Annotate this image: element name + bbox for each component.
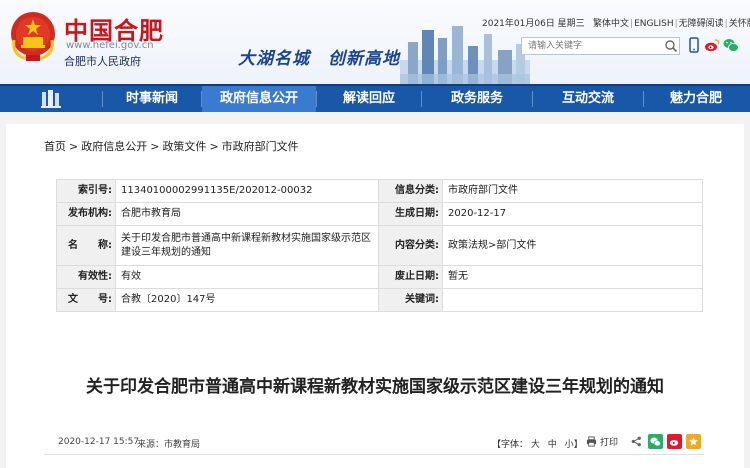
- link-accessible-reading[interactable]: 无障碍阅读: [679, 19, 724, 29]
- link-separator: |: [724, 19, 728, 29]
- nav-home[interactable]: [0, 86, 102, 112]
- link-elderly-mode[interactable]: 关怀版: [729, 19, 750, 29]
- table-row: 索引号: 11340100002991135E/202012-00032 信息分…: [56, 179, 703, 203]
- breadcrumb-home[interactable]: 首页: [44, 140, 66, 153]
- nav-item-news[interactable]: 时事新闻: [103, 86, 201, 112]
- search-icon[interactable]: [664, 39, 678, 53]
- site-header: 中国合肥 www.hefei.gov.cn 合肥市人民政府 大湖名城 创新高地 …: [0, 0, 750, 84]
- nav-item-gov-info[interactable]: 政府信息公开: [202, 86, 316, 112]
- doc-number-label: 文 号:: [56, 288, 116, 312]
- breadcrumb-policy-docs[interactable]: 政策文件: [162, 140, 206, 153]
- table-row: 文 号: 合教〔2020〕147号 关键词:: [56, 288, 703, 312]
- print-label: 打印: [600, 438, 619, 448]
- nav-item-interpretation[interactable]: 解读回应: [317, 86, 421, 112]
- font-large-button[interactable]: 大: [531, 440, 540, 450]
- site-government-name: 合肥市人民政府: [64, 55, 141, 68]
- national-emblem-icon: [11, 12, 55, 61]
- weibo-icon[interactable]: [704, 37, 720, 53]
- index-label: 索引号:: [56, 179, 116, 203]
- table-row: 名 称: 关于印发合肥市普通高中新课程新教材实施国家级示范区建设三年规划的通知 …: [56, 225, 703, 266]
- breadcrumb-separator: >: [209, 140, 219, 153]
- mobile-icon[interactable]: [686, 37, 702, 53]
- print-button[interactable]: 打印: [586, 435, 618, 448]
- nav-item-services[interactable]: 政务服务: [422, 86, 532, 112]
- link-separator: |: [674, 19, 678, 29]
- breadcrumb-dept-docs[interactable]: 市政府部门文件: [222, 140, 299, 153]
- qzone-star-icon: [688, 436, 699, 446]
- category-value: 市政府部门文件: [442, 179, 703, 203]
- home-building-icon: [41, 90, 61, 108]
- document-meta-table: 索引号: 11340100002991135E/202012-00032 信息分…: [56, 179, 703, 312]
- validity-value: 有效: [115, 265, 379, 289]
- gen-date-value: 2020-12-17: [442, 202, 703, 226]
- search-input[interactable]: [521, 37, 680, 55]
- name-label: 名 称:: [56, 225, 116, 266]
- link-english[interactable]: ENGLISH: [634, 19, 674, 29]
- link-separator: |: [630, 19, 634, 29]
- breadcrumb-separator: >: [150, 140, 160, 153]
- breadcrumb: 首页 > 政府信息公开 > 政策文件 > 市政府部门文件: [44, 138, 299, 154]
- city-skyline-image: [400, 26, 530, 84]
- font-size-control: 【字体： 大 中 小】: [492, 437, 583, 450]
- issuer-value: 合肥市教育局: [115, 202, 379, 226]
- site-url: www.hefei.gov.cn: [66, 40, 154, 51]
- nav-item-interaction[interactable]: 互动交流: [533, 86, 643, 112]
- current-date: 2021年01月06日 星期三: [482, 19, 585, 29]
- share-weibo-button[interactable]: [667, 434, 682, 449]
- content-panel: 首页 > 政府信息公开 > 政策文件 > 市政府部门文件 索引号: 113401000029…: [6, 124, 744, 468]
- nav-item-charm-hefei[interactable]: 魅力合肥: [644, 86, 748, 112]
- name-value: 关于印发合肥市普通高中新课程新教材实施国家级示范区建设三年规划的通知: [115, 225, 379, 266]
- share-qzone-button[interactable]: [686, 434, 701, 449]
- main-nav: 时事新闻 政府信息公开 解读回应 政务服务 互动交流 魅力合肥: [0, 84, 750, 112]
- printer-icon: [586, 436, 597, 447]
- validity-label: 有效性:: [56, 265, 116, 289]
- gen-date-label: 生成日期:: [378, 202, 443, 226]
- table-row: 发布机构: 合肥市教育局 生成日期: 2020-12-17: [56, 202, 703, 226]
- breadcrumb-separator: >: [69, 140, 79, 153]
- publish-date: 2020-12-17 15:57: [58, 437, 140, 447]
- wechat-icon: [650, 437, 661, 447]
- font-medium-button[interactable]: 中: [548, 440, 557, 450]
- index-value: 11340100002991135E/202012-00032: [115, 179, 379, 203]
- share-icon[interactable]: [631, 436, 642, 447]
- top-links: 繁体中文|ENGLISH|无障碍阅读|关怀版: [593, 16, 750, 29]
- keywords-label: 关键词:: [378, 288, 443, 312]
- content-category-label: 内容分类:: [378, 225, 443, 266]
- table-row: 有效性: 有效 废止日期: 暂无: [56, 265, 703, 289]
- slogan: 大湖名城 创新高地: [238, 49, 400, 69]
- wechat-icon[interactable]: [723, 37, 739, 53]
- link-traditional-chinese[interactable]: 繁体中文: [593, 19, 629, 29]
- font-small-button[interactable]: 小: [565, 440, 574, 450]
- share-wechat-button[interactable]: [648, 434, 663, 449]
- issuer-label: 发布机构:: [56, 202, 116, 226]
- keywords-value: [442, 288, 703, 312]
- breadcrumb-gov-info[interactable]: 政府信息公开: [81, 140, 147, 153]
- repeal-date-label: 废止日期:: [378, 265, 443, 289]
- doc-number-value: 合教〔2020〕147号: [115, 288, 379, 312]
- weibo-icon: [669, 439, 679, 446]
- category-label: 信息分类:: [378, 179, 443, 203]
- article-info-bar: 2020-12-17 15:57 来源：市教育局 【字体： 大 中 小】 打印: [44, 431, 704, 455]
- content-category-value: 政策法规>部门文件: [442, 225, 703, 266]
- article-source: 来源：市教育局: [137, 440, 201, 450]
- repeal-date-value: 暂无: [442, 265, 703, 289]
- font-label-end: 】: [573, 440, 583, 450]
- article-title: 关于印发合肥市普通高中新课程新教材实施国家级示范区建设三年规划的通知: [86, 377, 664, 397]
- font-label: 【字体：: [492, 440, 529, 450]
